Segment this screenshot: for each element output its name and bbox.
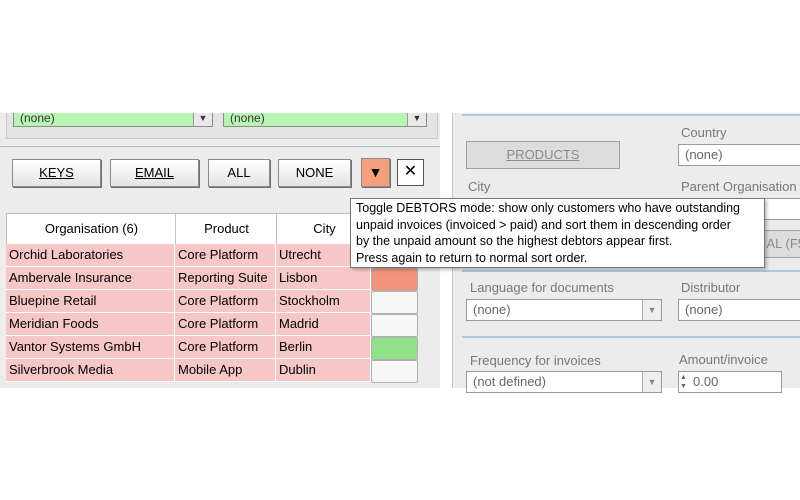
cell-organisation: Meridian Foods [6, 313, 175, 336]
divider [462, 270, 800, 272]
all-button[interactable]: ALL [208, 159, 270, 187]
amount-per-invoice-label: Amount/invoice [679, 352, 768, 367]
country-value: (none) [685, 147, 723, 162]
cell-product: Core Platform [175, 336, 276, 359]
tooltip-line: Press again to return to normal sort ord… [356, 250, 588, 265]
cell-city: Madrid [276, 313, 371, 336]
spinner-icon[interactable]: ▲ ▼ [680, 373, 690, 391]
cell-product: Core Platform [175, 290, 276, 313]
status-indicator[interactable] [371, 291, 418, 314]
chevron-down-icon[interactable]: ▼ [407, 113, 426, 126]
city-label: City [468, 179, 491, 194]
amount-value: 0.00 [693, 374, 719, 389]
status-indicator[interactable] [371, 360, 418, 383]
debtors-tooltip: Toggle DEBTORS mode: show only customers… [350, 198, 765, 268]
chevron-down-icon[interactable]: ▼ [642, 372, 661, 392]
tooltip-line: Toggle DEBTORS mode: show only customers… [356, 201, 740, 215]
clear-filter-button[interactable]: ✕ [397, 159, 424, 186]
filter-combo-right-value: (none) [230, 113, 265, 125]
cell-product: Reporting Suite [175, 267, 276, 290]
email-button-label: EMAIL [134, 165, 174, 180]
status-indicator[interactable] [371, 268, 418, 291]
keys-button[interactable]: KEYS [12, 159, 101, 187]
cell-product: Core Platform [175, 244, 276, 267]
frequency-select[interactable]: (not defined) ▼ [466, 371, 662, 393]
divider [462, 114, 800, 116]
cell-city: Stockholm [276, 290, 371, 313]
frequency-value: (not defined) [473, 374, 546, 389]
cell-organisation: Bluepine Retail [6, 290, 175, 313]
cell-organisation: Orchid Laboratories [6, 244, 175, 267]
column-header-product[interactable]: Product [175, 213, 278, 245]
cell-city: Lisbon [276, 267, 371, 290]
status-indicator[interactable] [371, 314, 418, 337]
divider [462, 336, 800, 338]
f5-button-label: AL (F5 [766, 236, 800, 251]
language-label: Language for documents [470, 280, 614, 295]
frequency-label: Frequency for invoices [470, 353, 601, 368]
country-label: Country [681, 125, 727, 140]
table-row[interactable]: Ambervale Insurance Reporting Suite Lisb… [6, 267, 371, 290]
cell-city: Dublin [276, 359, 371, 382]
filter-combo-left[interactable]: (none) ▼ [13, 113, 213, 127]
debtors-toggle-button[interactable]: ▼ [361, 158, 390, 187]
language-value: (none) [473, 302, 511, 317]
cell-organisation: Silverbrook Media [6, 359, 175, 382]
amount-per-invoice-field[interactable]: ▲ ▼ 0.00 [678, 371, 782, 393]
country-field[interactable]: (none) [678, 144, 800, 166]
divider [0, 146, 440, 147]
column-header-organisation[interactable]: Organisation (6) [6, 213, 177, 245]
none-button-label: NONE [295, 165, 334, 180]
keys-button-label: KEYS [39, 165, 74, 180]
table-row[interactable]: Meridian Foods Core Platform Madrid [6, 313, 371, 336]
chevron-down-icon[interactable]: ▼ [193, 113, 212, 126]
tooltip-line: unpaid invoices (invoiced > paid) and so… [356, 217, 731, 232]
table-row[interactable]: Bluepine Retail Core Platform Stockholm [6, 290, 371, 313]
filter-box: (none) ▼ (none) ▼ [6, 113, 438, 139]
cell-organisation: Ambervale Insurance [6, 267, 175, 290]
email-button[interactable]: EMAIL [110, 159, 199, 187]
products-button[interactable]: PRODUCTS [466, 141, 620, 169]
cell-product: Core Platform [175, 313, 276, 336]
cell-product: Mobile App [175, 359, 276, 382]
products-button-label: PRODUCTS [506, 147, 580, 162]
parent-organisation-label: Parent Organisation [681, 179, 797, 194]
distributor-field[interactable]: (none) [678, 299, 800, 321]
table-row[interactable]: Silverbrook Media Mobile App Dublin [6, 359, 371, 382]
table-row[interactable]: Orchid Laboratories Core Platform Utrech… [6, 244, 371, 267]
all-button-label: ALL [227, 165, 251, 180]
status-indicator[interactable] [371, 337, 418, 360]
none-button[interactable]: NONE [278, 159, 351, 187]
tooltip-line: by the unpaid amount so the highest debt… [356, 234, 673, 248]
filter-combo-left-value: (none) [20, 113, 55, 125]
triangle-down-icon: ▼ [368, 164, 383, 180]
table-row[interactable]: Vantor Systems GmbH Core Platform Berlin [6, 336, 371, 359]
distributor-value: (none) [685, 302, 723, 317]
distributor-label: Distributor [681, 280, 741, 295]
chevron-down-icon[interactable]: ▼ [642, 300, 661, 320]
cell-organisation: Vantor Systems GmbH [6, 336, 175, 359]
language-select[interactable]: (none) ▼ [466, 299, 662, 321]
close-icon: ✕ [403, 163, 418, 180]
cell-city: Berlin [276, 336, 371, 359]
filter-combo-right[interactable]: (none) ▼ [223, 113, 427, 127]
